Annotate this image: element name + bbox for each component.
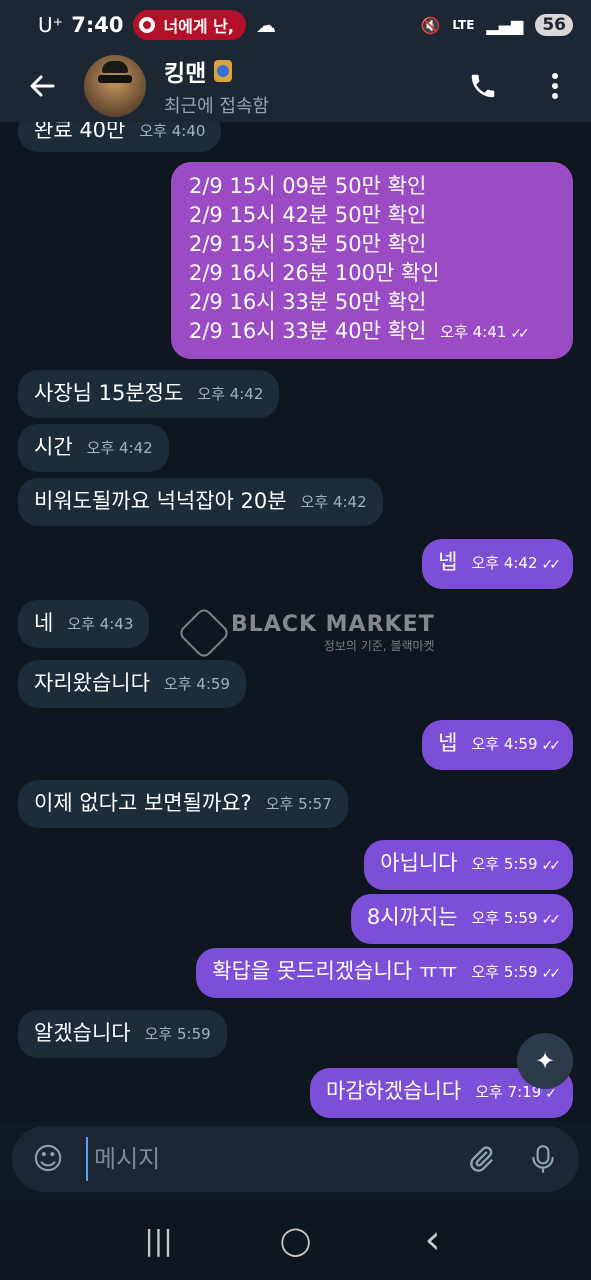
message-text: 완료 40만 [34,122,126,142]
message-text: 알겠습니다 [34,1021,131,1045]
network-label: LTE [452,18,475,32]
recent-apps-icon[interactable]: ||| [129,1224,189,1257]
message-time: 오후 4:59 [471,734,538,753]
message-time: 오후 5:59 [471,962,538,981]
message-line: 2/9 16시 33분 50만 확인 [189,290,427,314]
double-check-icon: ✓✓ [541,966,562,982]
chat-name-text: 킹맨 [164,61,207,87]
signal-icon: ▂▄▆ [486,15,524,35]
system-nav-bar: ||| ◯ ‹ [0,1200,591,1280]
message-incoming[interactable]: 알겠습니다 오후 5:59 [18,1010,227,1058]
message-time: 오후 4:41 [440,322,507,341]
message-incoming[interactable]: 완료 40만 오후 4:40 [18,122,222,152]
double-check-icon: ✓✓ [541,912,562,928]
chat-header: 킹맨 최근에 접속함 [0,50,591,122]
paperclip-icon[interactable] [459,1137,503,1181]
message-incoming[interactable]: 이제 없다고 보면될까요? 오후 5:57 [18,780,348,828]
message-outgoing[interactable]: 8시까지는 오후 5:59 ✓✓ [350,894,573,944]
message-time: 오후 5:57 [265,794,332,813]
record-icon [139,17,156,33]
cloud-icon: ☁ [255,13,276,37]
phone-icon[interactable] [447,50,519,122]
header-actions [447,50,591,122]
message-time: 오후 4:40 [139,122,206,140]
double-check-icon: ✓✓ [541,738,562,754]
message-time: 오후 4:43 [67,614,134,633]
message-list[interactable]: 완료 40만 오후 4:40 2/9 15시 09분 50만 확인 2/9 15시… [0,122,591,1122]
clock: 7:40 [71,13,124,37]
message-text: 이제 없다고 보면될까요? [34,791,252,815]
message-line: 2/9 16시 26분 100만 확인 [189,261,440,285]
message-time: 오후 4:59 [163,674,230,693]
message-incoming[interactable]: 네 오후 4:43 [18,600,150,648]
message-outgoing[interactable]: 넵 오후 4:42 ✓✓ [422,539,573,589]
scroll-down-button[interactable]: ✦ [517,1033,573,1089]
message-incoming[interactable]: 자리왔습니다 오후 4:59 [18,660,246,708]
more-vert-icon[interactable] [519,50,591,122]
message-time: 오후 4:42 [300,492,367,511]
music-notification-pill[interactable]: 너에게 난, [133,10,246,40]
message-text: 넵 [438,731,458,755]
mute-icon: 🔇 [420,15,441,35]
battery-badge: 56 [535,14,573,36]
watermark-subtitle: 정보의 기준, 블랙마켓 [323,639,435,653]
message-line: 2/9 16시 33분 40만 확인 [189,319,427,343]
status-bar: U⁺ 7:40 너에게 난, ☁ 🔇 LTE ▂▄▆ 56 [0,0,591,50]
microphone-icon[interactable] [521,1137,565,1181]
message-line: 2/9 15시 53분 50만 확인 [189,232,427,256]
message-input[interactable] [86,1137,441,1181]
message-text: 자리왔습니다 [34,671,150,695]
emoji-icon[interactable]: ☺ [26,1137,70,1181]
message-text: 사장님 15분정도 [34,381,184,405]
message-text: 확답을 못드리겠습니다 ㅠㅠ [212,959,458,983]
message-time: 오후 5:59 [471,854,538,873]
message-time: 오후 5:59 [471,908,538,927]
watermark: BLACK MARKET 정보의 기준, 블랙마켓 [177,606,435,660]
double-check-icon: ✓✓ [510,326,530,342]
quick-action-icon: ✦ [534,1047,556,1075]
message-text: 네 [34,611,54,635]
double-check-icon: ✓✓ [541,858,562,874]
message-text: 시간 [34,435,73,459]
message-incoming[interactable]: 시간 오후 4:42 [18,424,169,472]
watermark-title: BLACK MARKET [231,612,435,637]
home-icon[interactable]: ◯ [266,1224,326,1257]
message-time: 오후 5:59 [144,1024,211,1043]
message-time: 오후 4:42 [471,553,538,572]
chat-title-block[interactable]: 킹맨 최근에 접속함 [164,54,269,118]
message-text: 아닙니다 [380,851,458,875]
watch-emoji-icon [214,60,233,82]
chat-title: 킹맨 [164,54,269,88]
message-outgoing[interactable]: 2/9 15시 09분 50만 확인 2/9 15시 42분 50만 확인 2/… [171,162,573,359]
back-nav-icon[interactable]: ‹ [403,1217,463,1263]
message-text: 8시까지는 [366,905,458,929]
message-composer: ☺ [12,1126,579,1192]
avatar[interactable] [84,55,146,117]
message-time: 오후 4:42 [86,438,153,457]
message-time: 오후 4:42 [197,384,264,403]
notification-text: 너에게 난, [163,17,234,36]
last-seen-status: 최근에 접속함 [164,96,270,117]
message-incoming[interactable]: 비워도될까요 넉넉잡아 20분 오후 4:42 [18,478,383,526]
message-text: 비워도될까요 넉넉잡아 20분 [34,489,287,513]
message-outgoing[interactable]: 확답을 못드리겠습니다 ㅠㅠ 오후 5:59 ✓✓ [196,948,573,998]
message-incoming[interactable]: 사장님 15분정도 오후 4:42 [18,370,280,418]
carrier-label: U⁺ [38,13,64,37]
message-outgoing[interactable]: 넵 오후 4:59 ✓✓ [422,720,573,770]
back-arrow-icon[interactable] [0,50,84,122]
message-line: 2/9 15시 09분 50만 확인 [189,174,427,198]
message-line: 2/9 15시 42분 50만 확인 [189,203,427,227]
watermark-logo-icon [177,606,231,660]
status-icons: 🔇 LTE ▂▄▆ 56 [420,14,573,36]
message-text: 마감하겠습니다 [325,1079,462,1103]
message-outgoing[interactable]: 아닙니다 오후 5:59 ✓✓ [364,840,573,890]
message-text: 넵 [438,550,458,574]
double-check-icon: ✓✓ [541,557,562,573]
